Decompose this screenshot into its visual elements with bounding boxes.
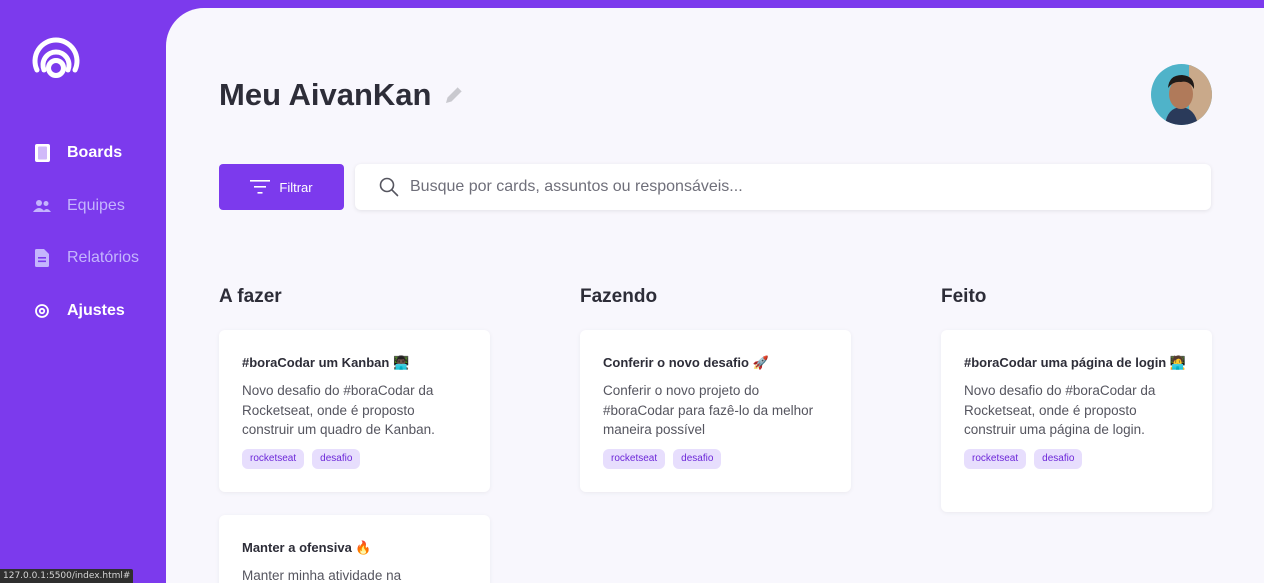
tag[interactable]: rocketseat	[242, 448, 305, 469]
title-row: Meu AivanKan	[219, 76, 466, 114]
team-icon	[33, 197, 51, 215]
card-title: Manter a ofensiva 🔥	[242, 540, 372, 555]
user-avatar-icon	[1151, 64, 1212, 125]
sidebar-item-equipes[interactable]: Equipes	[33, 194, 139, 218]
card-description: Manter minha atividade na	[242, 568, 402, 583]
search-input[interactable]	[410, 178, 1190, 196]
sidebar-item-boards[interactable]: Boards	[33, 141, 139, 165]
tag[interactable]: desafio	[312, 448, 361, 469]
card[interactable]: #boraCodar uma página de login 🧑‍💻 Novo …	[941, 330, 1212, 512]
column-feito: Feito #boraCodar uma página de login 🧑‍💻…	[941, 285, 1212, 512]
board-icon	[33, 144, 51, 162]
column-title: Fazendo	[580, 286, 658, 307]
card-description: Conferir o novo projeto do #boraCodar pa…	[603, 383, 814, 437]
app: Boards Equipes Relatórios Ajustes 127.0.…	[0, 0, 1264, 583]
wave-logo-icon	[32, 37, 80, 78]
card-description: Novo desafio do #boraCodar da Rocketseat…	[242, 383, 435, 437]
gear-icon	[33, 302, 51, 320]
page-title: Meu AivanKan	[219, 77, 432, 112]
sidebar-item-label: Relatórios	[67, 249, 140, 266]
main-content: Meu AivanKan Filtrar Busque por cards, a…	[166, 8, 1264, 583]
avatar[interactable]	[1151, 64, 1212, 125]
card[interactable]: Manter a ofensiva 🔥 Manter minha ativida…	[219, 515, 490, 583]
tag[interactable]: rocketseat	[964, 448, 1027, 469]
column-title: Feito	[941, 286, 987, 307]
card-tags: rocketseat desafio	[242, 448, 468, 469]
card-title: Conferir o novo desafio 🚀	[603, 355, 769, 370]
card-tags: rocketseat desafio	[603, 448, 829, 469]
filter-button[interactable]: Filtrar	[219, 164, 344, 210]
tag[interactable]: desafio	[1034, 448, 1083, 469]
column-fazendo: Fazendo Conferir o novo desafio 🚀 Confer…	[580, 285, 851, 492]
filter-icon	[250, 180, 271, 194]
card-tags: rocketseat desafio	[964, 448, 1190, 469]
column-title: A fazer	[219, 286, 282, 307]
column-a-fazer: A fazer #boraCodar um Kanban 👨🏿‍💻 Novo d…	[219, 285, 490, 583]
sidebar: Boards Equipes Relatórios Ajustes 127.0.…	[0, 0, 167, 583]
file-icon	[33, 249, 51, 267]
sidebar-item-label: Equipes	[67, 196, 125, 214]
sidebar-item-relatorios[interactable]: Relatórios	[33, 246, 139, 270]
tag[interactable]: desafio	[673, 448, 722, 469]
card[interactable]: Conferir o novo desafio 🚀 Conferir o nov…	[580, 330, 851, 492]
search-icon	[379, 177, 399, 197]
card-title: #boraCodar um Kanban 👨🏿‍💻	[242, 355, 410, 370]
search-bar[interactable]	[355, 164, 1211, 210]
sidebar-item-ajustes[interactable]: Ajustes	[33, 299, 139, 323]
card-description: Novo desafio do #boraCodar da Rocketseat…	[964, 383, 1156, 437]
sidebar-item-label: Ajustes	[67, 301, 125, 319]
sidebar-nav: Boards Equipes Relatórios Ajustes	[33, 141, 139, 351]
card[interactable]: #boraCodar um Kanban 👨🏿‍💻 Novo desafio d…	[219, 330, 490, 492]
logo[interactable]	[30, 30, 82, 86]
filter-label: Filtrar	[279, 179, 313, 195]
sidebar-item-label: Boards	[67, 144, 123, 161]
card-title: #boraCodar uma página de login 🧑‍💻	[964, 355, 1187, 370]
tag[interactable]: rocketseat	[603, 448, 666, 469]
pencil-icon[interactable]	[442, 83, 466, 107]
status-url: 127.0.0.1:5500/index.html#	[0, 569, 134, 583]
